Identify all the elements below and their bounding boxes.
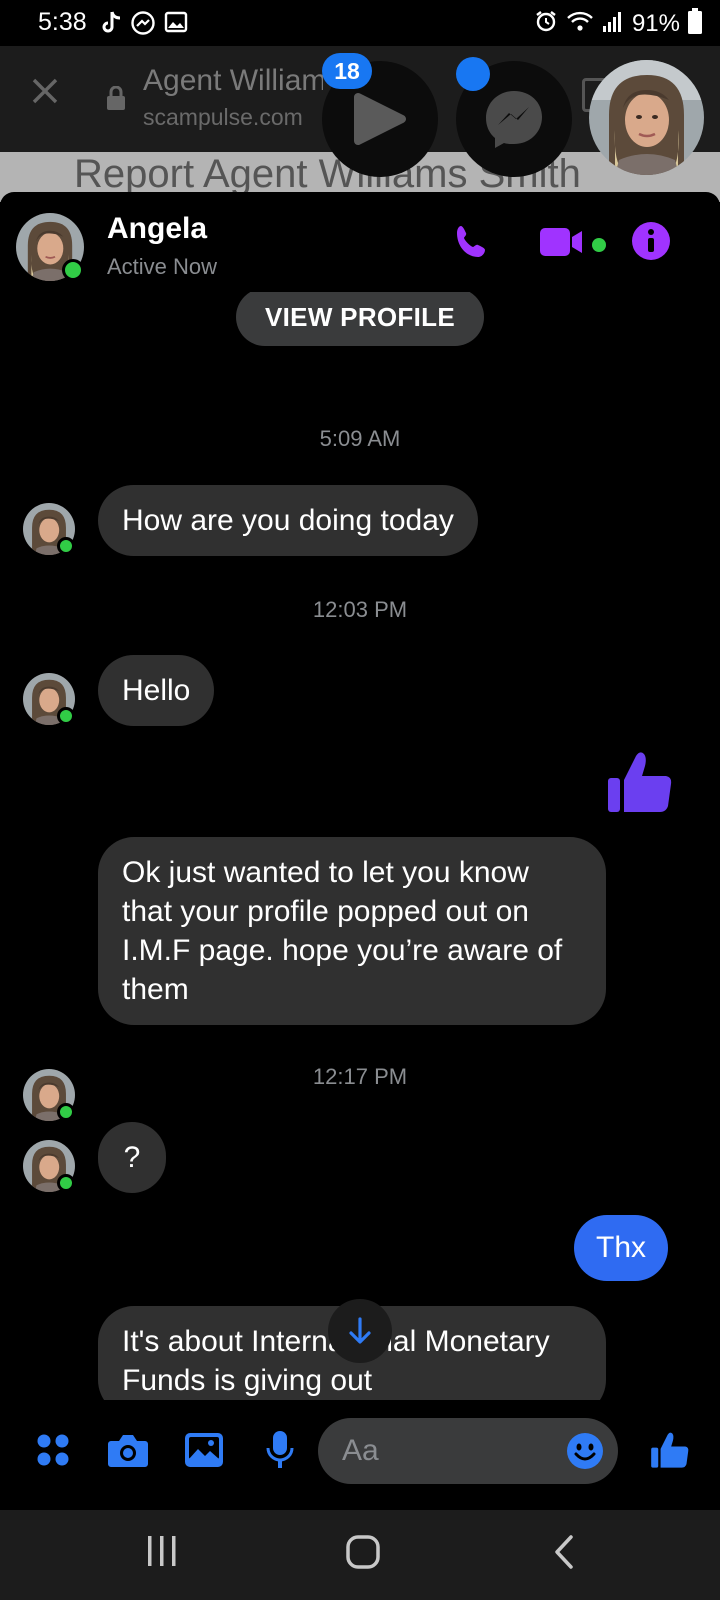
signal-icon [602, 9, 624, 38]
gallery-button[interactable] [180, 1426, 228, 1474]
thumbs-up-icon[interactable] [606, 748, 674, 821]
status-bar: 5:38 91% [0, 0, 720, 46]
image-icon [164, 10, 188, 41]
view-profile-button[interactable]: VIEW PROFILE [236, 292, 484, 346]
microphone-icon [266, 1431, 294, 1468]
message-list[interactable]: VIEW PROFILE 5:09 AM How are you doing t… [0, 292, 720, 1502]
home-button[interactable] [345, 1534, 381, 1570]
contact-name[interactable]: Angela [107, 212, 207, 246]
voice-message-button[interactable] [256, 1426, 304, 1474]
voice-call-button[interactable] [452, 222, 492, 267]
chat-window: Angela Active Now VIEW PROFILE 5:09 AM H… [0, 192, 720, 1508]
gallery-icon [185, 1433, 223, 1467]
close-icon[interactable] [30, 76, 60, 111]
online-indicator [57, 1174, 75, 1192]
message-avatar [23, 673, 75, 725]
lock-icon [106, 85, 126, 115]
phone-icon [457, 226, 485, 257]
unread-dot [456, 57, 490, 91]
scroll-to-bottom-button[interactable] [328, 1299, 392, 1363]
browser-page-title: Agent William [143, 64, 323, 97]
back-icon [555, 1535, 573, 1569]
battery-percentage: 91% [631, 9, 680, 37]
system-navigation-bar [0, 1510, 720, 1600]
tiktok-icon [100, 10, 122, 41]
info-button[interactable] [631, 221, 671, 266]
message-bubble-received[interactable]: Ok just wanted to let you know that your… [98, 837, 606, 1025]
recent-apps-button[interactable] [146, 1534, 178, 1568]
emoji-icon [567, 1433, 603, 1469]
home-icon [346, 1535, 380, 1569]
emoji-button[interactable] [566, 1432, 604, 1475]
message-bubble-sent[interactable]: Thx [574, 1215, 669, 1281]
browser-url: scampulse.com [143, 104, 303, 130]
contact-status: Active Now [107, 254, 218, 279]
message-avatar [23, 1140, 75, 1192]
info-icon [632, 222, 670, 260]
online-indicator [57, 537, 75, 555]
video-active-dot [592, 238, 606, 252]
video-call-button[interactable] [538, 226, 586, 263]
apps-button[interactable] [29, 1426, 77, 1474]
send-like-button[interactable] [646, 1426, 694, 1474]
thumbs-up-icon [651, 1432, 689, 1468]
video-camera-icon [540, 228, 582, 256]
message-bubble-received[interactable]: How are you doing today [98, 485, 478, 556]
message-bubble-received[interactable]: ? [98, 1122, 166, 1193]
online-indicator [57, 707, 75, 725]
back-button[interactable] [552, 1534, 576, 1570]
recent-apps-icon [148, 1536, 176, 1566]
messenger-icon [130, 10, 156, 41]
contact-avatar[interactable] [16, 213, 84, 281]
notification-badge: 18 [322, 53, 372, 89]
online-indicator [62, 259, 84, 281]
online-indicator [57, 1103, 75, 1121]
apps-icon [37, 1434, 69, 1466]
chat-header: Angela Active Now [0, 192, 720, 292]
message-input[interactable]: Aa [318, 1418, 618, 1484]
timestamp: 5:09 AM [319, 426, 401, 451]
alarm-icon [534, 9, 558, 38]
angela-chathead-avatar[interactable] [589, 60, 704, 175]
composer-bar: Aa [0, 1400, 720, 1500]
message-input-placeholder: Aa [342, 1434, 379, 1467]
message-avatar [23, 503, 75, 555]
arrow-down-icon [349, 1317, 371, 1344]
timestamp: 12:17 PM [312, 1064, 408, 1089]
avatar [589, 60, 704, 175]
timestamp: 12:03 PM [312, 597, 408, 622]
status-time: 5:38 [38, 8, 87, 36]
camera-icon [108, 1435, 148, 1467]
battery-icon [688, 8, 702, 39]
camera-button[interactable] [104, 1426, 152, 1474]
wifi-icon [566, 9, 594, 38]
message-bubble-received[interactable]: Hello [98, 655, 215, 726]
